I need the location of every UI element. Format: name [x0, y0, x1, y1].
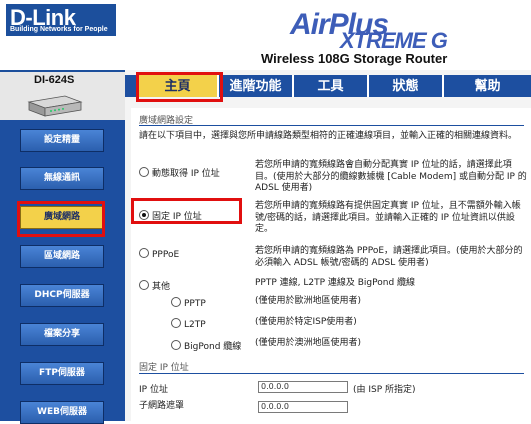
dlink-logo: D-Link Building Networks for People	[6, 4, 116, 36]
option-static-ip-desc: 若您所申請的寬頻線路有提供固定真實 IP 位址，且不需額外輸入帳號/密碼的話，請…	[255, 201, 521, 234]
sidebar-item-file-sharing[interactable]: 檔案分享	[20, 323, 104, 346]
option-pptp-desc: (僅使用於歐洲地區使用者)	[255, 296, 362, 306]
option-others[interactable]: 其他	[139, 279, 170, 292]
option-pppoe[interactable]: PPPoE	[139, 248, 179, 260]
wan-intro-text: 請在以下項目中，選擇與您所申請線路類型相符的正確連線項目，並輸入正確的相關連線資…	[139, 131, 518, 141]
radio-bigpond[interactable]	[171, 340, 181, 350]
option-others-desc: PPTP 連線, L2TP 連線及 BigPond 纜線	[255, 278, 416, 288]
tab-help[interactable]: 幫助	[444, 75, 531, 97]
static-ip-highlight	[131, 198, 242, 224]
sidebar-divider	[0, 70, 125, 72]
subnet-mask-label: 子網路遮罩	[139, 401, 185, 411]
radio-pppoe[interactable]	[139, 248, 149, 258]
sidebar-item-wireless[interactable]: 無線通訊	[20, 167, 104, 190]
section-divider	[139, 125, 524, 126]
subnet-mask-input[interactable]: 0.0.0.0	[258, 401, 348, 413]
sidebar-wan-highlight	[17, 201, 105, 237]
tab-tools[interactable]: 工具	[294, 75, 369, 97]
option-l2tp-desc: (僅使用於特定ISP使用者)	[255, 317, 357, 327]
option-dhcp-desc: 若您所申請的寬頻線路會自動分配真實 IP 位址的話，請選擇此項目。(使用於大部分…	[255, 160, 527, 193]
model-label: DI-624S	[34, 74, 75, 86]
section-divider	[139, 373, 524, 374]
radio-pptp[interactable]	[171, 297, 181, 307]
sidebar-item-lan[interactable]: 區域網路	[20, 245, 104, 268]
radio-dhcp[interactable]	[139, 167, 149, 177]
option-bigpond-desc: (僅使用於澳洲地區使用者)	[255, 338, 362, 348]
sidebar-item-wizard[interactable]: 設定精靈	[20, 129, 104, 152]
option-dhcp[interactable]: 動態取得 IP 位址	[139, 166, 220, 179]
option-pppoe-desc: 若您所申請的寬頻線路為 PPPoE，請選擇此項目。(使用於大部分的必須輸入 AD…	[255, 246, 523, 268]
ip-address-hint: (由 ISP 所指定)	[353, 385, 416, 395]
sidebar-item-ftp[interactable]: FTP伺服器	[20, 362, 104, 385]
wan-settings-panel: 廣域網路設定 請在以下項目中，選擇與您所申請線路類型相符的正確連線項目，並輸入正…	[131, 108, 531, 421]
tab-status[interactable]: 狀態	[369, 75, 444, 97]
product-name: Wireless 108G Storage Router	[261, 51, 448, 66]
radio-l2tp[interactable]	[171, 318, 181, 328]
sidebar: DI-624S 設定精靈 無線通訊 廣域網路 區域網路 DHCP伺服器 檔案分享…	[0, 70, 125, 424]
header: D-Link Building Networks for People AirP…	[0, 0, 531, 70]
static-ip-section-title: 固定 IP 位址	[139, 363, 189, 373]
brand-tagline: Building Networks for People	[10, 26, 108, 33]
sidebar-nav: 設定精靈 無線通訊 廣域網路 區域網路 DHCP伺服器 檔案分享 FTP伺服器 …	[0, 120, 125, 424]
option-pptp[interactable]: PPTP	[171, 297, 206, 309]
tab-advanced[interactable]: 進階功能	[219, 75, 294, 97]
router-device-icon	[27, 95, 83, 117]
sidebar-item-dhcp[interactable]: DHCP伺服器	[20, 284, 104, 307]
tab-home-highlight	[136, 72, 223, 102]
main-content: 主頁 進階功能 工具 狀態 幫助 廣域網路設定 請在以下項目中，選擇與您所申請線…	[125, 70, 531, 421]
ip-address-input[interactable]: 0.0.0.0	[258, 381, 348, 393]
option-l2tp[interactable]: L2TP	[171, 318, 206, 330]
option-bigpond[interactable]: BigPond 纜線	[171, 339, 241, 352]
radio-others[interactable]	[139, 280, 149, 290]
ip-address-label: IP 位址	[139, 385, 168, 395]
